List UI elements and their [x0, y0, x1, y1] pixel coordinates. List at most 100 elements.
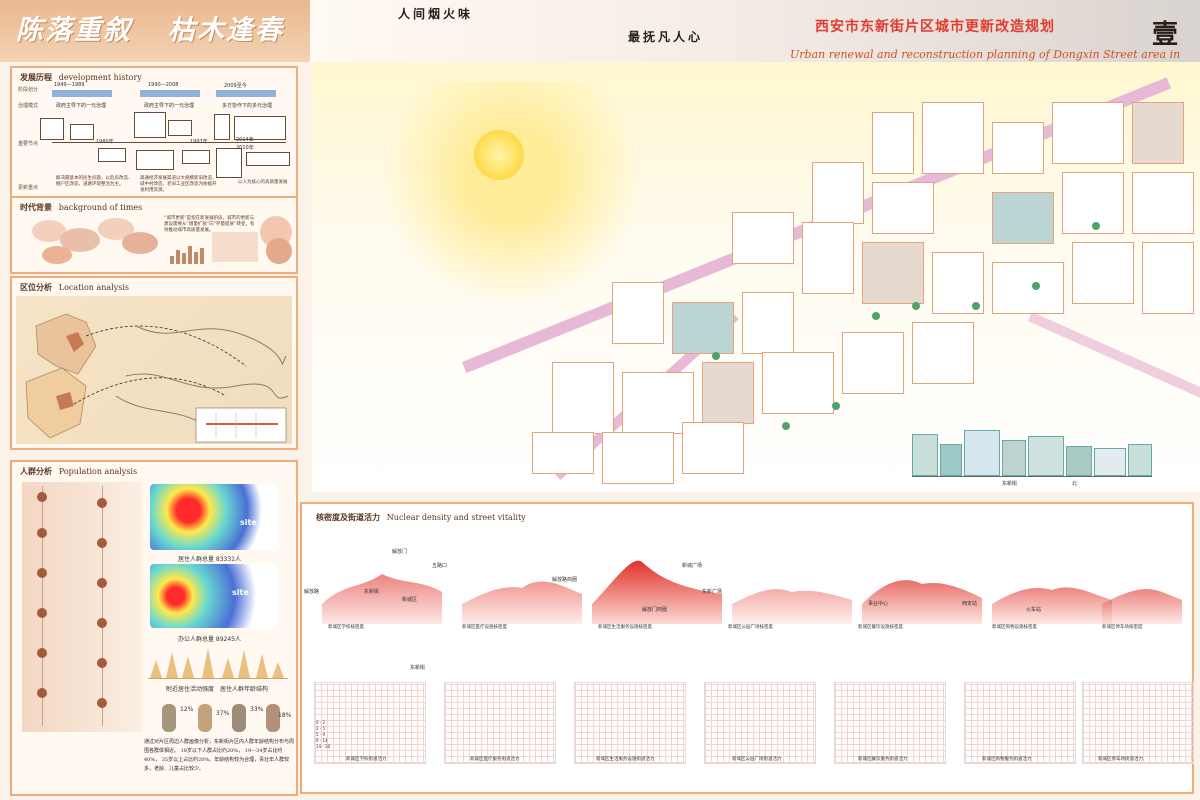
building: [1142, 242, 1194, 314]
vitality-map: [314, 682, 426, 764]
node-box: [214, 114, 230, 140]
building: [672, 302, 734, 354]
building: [842, 332, 904, 394]
row-label-nodes: 重要节点: [18, 141, 39, 147]
building: [612, 282, 664, 344]
person-icon: [37, 648, 47, 658]
terrain-caption-2: 新城区医疗设施核密度: [462, 625, 507, 630]
vitality-map: [444, 682, 556, 764]
vitality-map: [964, 682, 1076, 764]
vitality-map: [574, 682, 686, 764]
guide-line: [102, 486, 103, 726]
map-caption-5: 新城区餐饮服务街道活力: [858, 757, 908, 762]
slogan-1: 人间烟火味: [398, 7, 474, 21]
north-label: 北: [1072, 481, 1078, 487]
person-icon: [97, 498, 107, 508]
activity-peak: [182, 656, 194, 678]
tree-icon: [872, 312, 880, 320]
year-1: 1980年: [96, 139, 114, 145]
building: [1132, 172, 1194, 234]
tree-icon: [832, 402, 840, 410]
node-box: [182, 150, 210, 164]
activity-peak: [202, 648, 214, 678]
node-box: [70, 124, 94, 140]
tree-icon: [1032, 282, 1040, 290]
person-icon: [37, 608, 47, 618]
density-heading-cn: 核密度及街道活力: [316, 513, 380, 522]
times-panel: 时代背景 background of times “城市更新”是指在新发展阶段，…: [10, 196, 298, 274]
node-box: [168, 120, 192, 136]
elevation-caption: 东新街: [1002, 481, 1018, 487]
phase-3: 多方协作下的多元治理: [222, 103, 273, 109]
building: [702, 362, 754, 424]
terrain-caption-1: 新城区学校核密度: [328, 625, 364, 630]
location-map: [16, 296, 292, 444]
age-percent-1: 12%: [180, 706, 194, 713]
phase-2: 政府主导下的一元治理: [144, 103, 195, 109]
slogan-2: 最抚凡人心: [628, 30, 704, 44]
location-heading: 区位分析 Location analysis: [20, 282, 129, 293]
year-2: 1997年: [190, 139, 208, 145]
map-caption-2: 新城区医疗服务街道活力: [470, 757, 520, 762]
sun-icon: [474, 130, 524, 180]
row-label-mode: 治理模式: [18, 103, 39, 109]
building: [1052, 102, 1124, 164]
site-label: site: [232, 588, 249, 597]
elevation-building: [1128, 444, 1152, 476]
times-heading-cn: 时代背景: [20, 203, 52, 212]
node-box: [40, 118, 64, 140]
callout-9: 东新广场: [702, 589, 723, 595]
period-1: 1949—1989: [54, 82, 85, 88]
building: [992, 262, 1064, 314]
banner: 陈落重叙 枯木逢春: [0, 0, 310, 62]
population-paragraph: 通过对片区周边人群画像分析，东新街片区内人群年龄结构分布与周围各群体相近。 18…: [144, 739, 295, 772]
map-label: 东新街: [410, 665, 426, 671]
density-panel: 核密度及街道活力 Nuclear density and street vita…: [300, 502, 1194, 794]
age-figure: [162, 704, 176, 732]
year-3: 2010年: [236, 145, 254, 151]
times-heading-en: background of times: [58, 203, 143, 212]
vitality-legend: 0 - 2 2 - 5 5 - 9 9 - 14 14 - 20: [316, 720, 330, 750]
person-icon: [97, 698, 107, 708]
building: [682, 422, 744, 474]
building: [862, 242, 924, 304]
elevation-building: [1066, 446, 1092, 476]
population-heading: 人群分析 Population analysis: [20, 466, 137, 477]
banner-left-title: 陈落重叙: [16, 15, 132, 46]
elevation-building: [1028, 436, 1064, 476]
office-total: 办公人群总量 89245人: [178, 636, 241, 643]
period-3: 2009至今: [224, 83, 247, 89]
person-icon: [97, 618, 107, 628]
office-heatmap: site: [150, 564, 278, 628]
legend-item: 14 - 20: [316, 744, 331, 749]
age-percent-2: 37%: [216, 710, 230, 717]
age-percent-4: 18%: [278, 712, 292, 719]
vitality-map: [704, 682, 816, 764]
history-heading-cn: 发展历程: [20, 73, 52, 82]
building: [762, 352, 834, 414]
callout-3: 东新街: [364, 589, 380, 595]
mini-bar: [188, 246, 192, 264]
tree-icon: [912, 302, 920, 310]
row-label-stage: 阶段划分: [18, 87, 39, 93]
person-icon: [37, 568, 47, 578]
tree-icon: [712, 352, 720, 360]
callout-4: 解放路: [304, 589, 320, 595]
location-map-svg: [25, 313, 289, 443]
activity-peak: [150, 660, 162, 678]
elevation-building: [1094, 448, 1126, 476]
resident-heatmap: site: [150, 484, 278, 550]
building: [552, 362, 614, 434]
tree-icon: [782, 422, 790, 430]
population-heading-cn: 人群分析: [20, 467, 52, 476]
mini-bar: [176, 250, 180, 264]
mini-bar: [182, 253, 186, 264]
population-panel: 人群分析 Population analysis site 居住人群总量 833…: [10, 460, 298, 796]
mini-bar: [170, 256, 174, 264]
callout-7: 解放门商圈: [642, 607, 668, 613]
vitality-map: [1082, 682, 1194, 764]
terrain-caption-3: 新城区生活服务设施核密度: [598, 625, 652, 630]
building: [1132, 102, 1184, 164]
person-icon: [37, 528, 47, 538]
building: [922, 102, 984, 174]
